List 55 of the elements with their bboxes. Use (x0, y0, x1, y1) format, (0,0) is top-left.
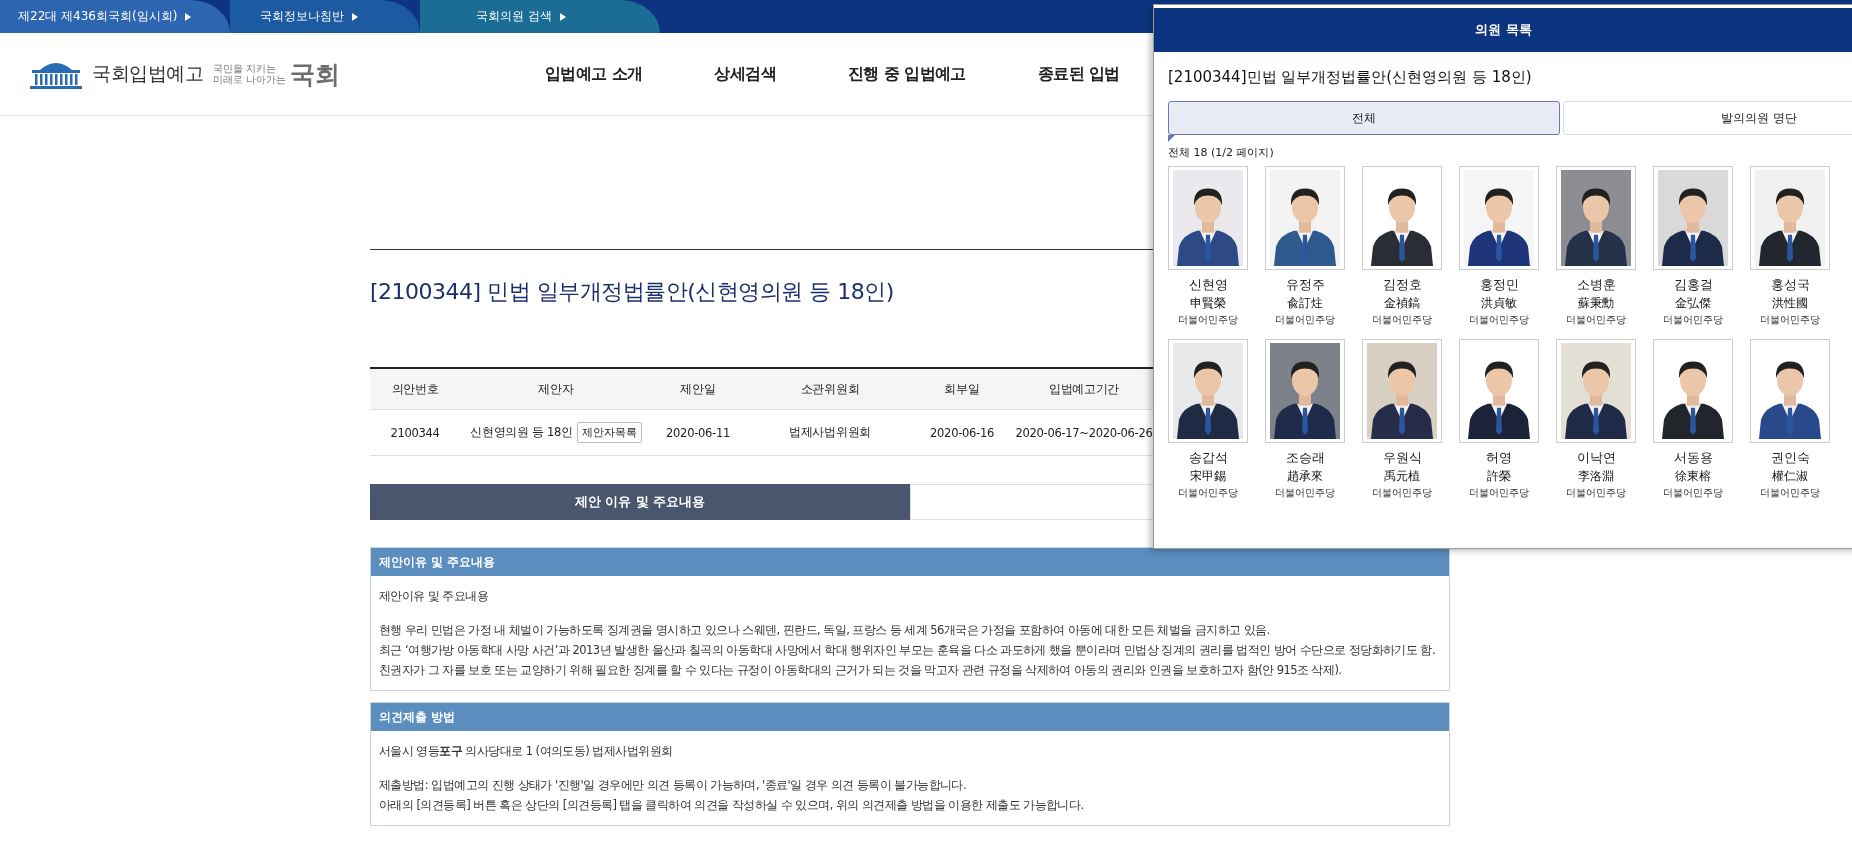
member-hanja-name: 洪性國 (1772, 295, 1808, 312)
party-name: 더불어민주당 (1372, 313, 1432, 327)
body-text: 현행 우리 민법은 가정 내 체벌이 가능하도록 징계권을 명시하고 있으나 스웨덴, 핀란드, 독일, 프랑스 등 세계 56개국은 가정을 포함하여 아동에 대한 모든 체벌을 금지하고 있음. (379, 622, 1270, 639)
table-cell: 2100344 (370, 409, 460, 456)
party-name: 더불어민주당 (1663, 486, 1723, 500)
party-name: 더불어민주당 (1663, 313, 1723, 327)
column-header: 제안일 (652, 368, 744, 410)
bill-title: [2100344] 민법 일부개정법률안(신현영의원 등 18인) (370, 278, 894, 306)
column-header: 소관위원회 (744, 368, 916, 410)
party-name: 더불어민주당 (1178, 313, 1238, 327)
site-title: 국회입법예고 (92, 61, 203, 86)
body-text: 친권자가 그 자를 보호 또는 교양하기 위해 필요한 징계를 할 수 있다는 규정이 아동학대의 근거가 되는 것을 막고자 관련 규정을 삭제하여 아동의 권리와 인권을 보호하고자 함(안 915조 삭제). (379, 662, 1342, 679)
column-header: 회부일 (916, 368, 1008, 410)
proposer-name: 신현영의원 등 18인 (470, 425, 573, 439)
body-text: 서울시 영등포구 의사당대로 1 (여의도동) 법제사법위원회 (379, 743, 673, 760)
member-hanja-name: 金弘傑 (1675, 295, 1711, 312)
member-hanja-name: 禹元植 (1384, 468, 1420, 485)
slogan-text: 미래로 나아가는 (213, 74, 287, 86)
table-cell: 2020-06-11 (652, 409, 744, 456)
party-name: 더불어민주당 (1566, 486, 1626, 500)
body-text: 제출방법: 입법예고의 진행 상태가 '진행'일 경우에만 의견 등록이 가능하며, '종료'일 경우 의견 등록이 불가능합니다. (379, 777, 967, 794)
slogan-text: 국민을 지키는 (213, 62, 278, 74)
member-hanja-name: 許榮 (1487, 468, 1511, 485)
member-hanja-name: 李洛淵 (1578, 468, 1614, 485)
body-text: 최근 ‘여행가방 아동학대 사망 사건’과 2013년 발생한 울산과 칠곡의 아동학대 사망에서 학대 행위자인 부모는 훈육을 다소 과도하게 했을 뿐이라며 민법상 징계의 권리를 법적인 방어 수단으로 정당화하기도 함. (379, 642, 1436, 659)
party-name: 더불어민주당 (1275, 313, 1335, 327)
section-header: 의견제출 방법 (371, 703, 1449, 731)
member-hanja-name: 洪貞敏 (1481, 295, 1517, 312)
member-hanja-name: 金禎鎬 (1384, 295, 1420, 312)
member-hanja-name: 權仁淑 (1772, 468, 1808, 485)
member-hanja-name: 徐東榕 (1675, 468, 1711, 485)
column-header: 의안번호 (370, 368, 460, 410)
table-cell: 2020-06-16 (916, 409, 1008, 456)
party-name: 더불어민주당 (1469, 486, 1529, 500)
table-cell: 법제사법위원회 (744, 409, 916, 456)
member-hanja-name: 申賢榮 (1190, 295, 1226, 312)
party-name: 더불어민주당 (1372, 486, 1432, 500)
body-text: 아래의 [의견등록] 버튼 혹은 상단의 [의견등록] 탭을 클릭하여 의견을 작성하실 수 있으며, 위의 의견제출 방법을 이용한 제출도 가능합니다. (379, 797, 1084, 814)
section-header: 제안이유 및 주요내용 (371, 548, 1449, 576)
popup-title: 의원 목록 (1154, 8, 1852, 52)
party-name: 더불어민주당 (1275, 486, 1335, 500)
party-name: 더불어민주당 (1178, 486, 1238, 500)
party-name: 더불어민주당 (1760, 313, 1820, 327)
column-header: 제안자 (460, 368, 652, 410)
logo-text: 국회 (290, 58, 341, 91)
member-count: 전체 18 (1/2 페이지) (1168, 145, 1275, 160)
party-name: 더불어민주당 (1469, 313, 1529, 327)
member-hanja-name: 宋甲錫 (1190, 468, 1226, 485)
member-hanja-name: 兪訂炷 (1287, 295, 1323, 312)
party-name: 더불어민주당 (1760, 486, 1820, 500)
member-hanja-name: 蘇秉勳 (1578, 295, 1614, 312)
body-text: 제안이유 및 주요내용 (379, 588, 489, 605)
popup-bill-title: [2100344]민법 일부개정법률안(신현영의원 등 18인) (1168, 68, 1533, 87)
party-name: 더불어민주당 (1566, 313, 1626, 327)
member-hanja-name: 趙承來 (1287, 468, 1323, 485)
